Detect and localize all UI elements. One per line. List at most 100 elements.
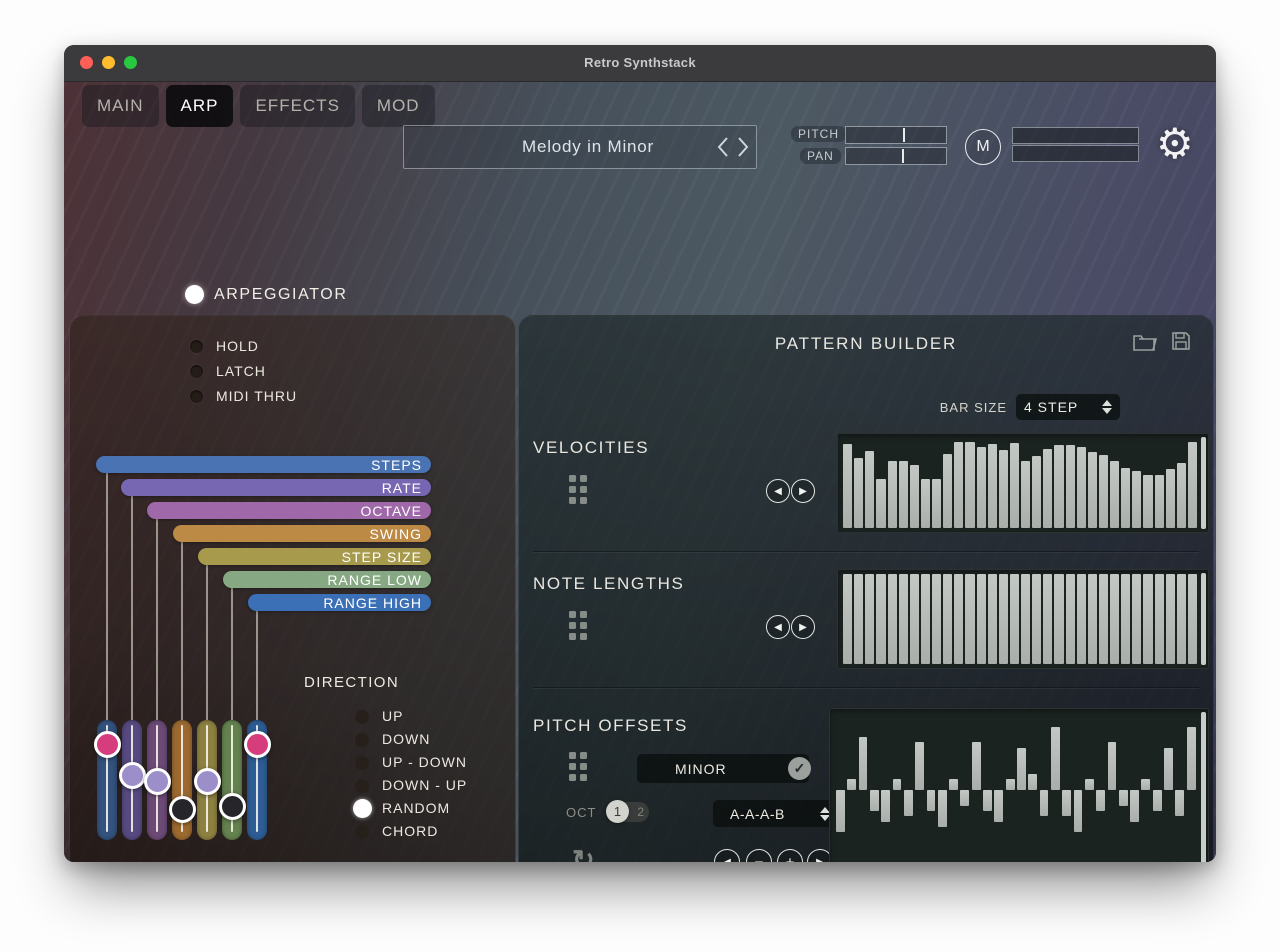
load-pattern-folder-icon[interactable]	[1133, 332, 1157, 352]
preset-next-icon[interactable]	[736, 136, 750, 158]
velocities-bar[interactable]	[1010, 443, 1019, 529]
velocities-bar[interactable]	[954, 442, 963, 528]
pitch-offset-bar[interactable]	[859, 737, 868, 790]
bar-size-select[interactable]: 4 STEP	[1016, 394, 1120, 420]
note-lengths-bar[interactable]	[954, 574, 963, 664]
toggle-hold[interactable]	[190, 340, 203, 353]
octave-toggle-knob[interactable]: 1	[606, 800, 629, 823]
direction-radio-down-up[interactable]	[355, 779, 369, 793]
pitch-offset-bar[interactable]	[893, 779, 902, 790]
velocities-bar[interactable]	[899, 461, 908, 528]
pitch-offset-bar[interactable]	[836, 790, 845, 832]
pitch-slider[interactable]	[845, 126, 947, 144]
param-slider-knob-octave[interactable]	[144, 768, 171, 795]
param-bar-rate[interactable]: RATE	[121, 479, 431, 496]
save-pattern-floppy-icon[interactable]	[1171, 331, 1191, 351]
param-bar-range-high[interactable]: RANGE HIGH	[248, 594, 431, 611]
note-lengths-bar[interactable]	[1043, 574, 1052, 664]
velocities-chart-scrollbar[interactable]	[1201, 437, 1206, 529]
note-lengths-bar[interactable]	[854, 574, 863, 664]
pitch-offset-bar[interactable]	[1062, 790, 1071, 816]
pitch-offset-bar[interactable]	[994, 790, 1003, 822]
velocities-bar[interactable]	[932, 479, 941, 529]
pitch-offset-bar[interactable]	[904, 790, 913, 816]
param-bar-octave[interactable]: OCTAVE	[147, 502, 431, 519]
note-lengths-bar[interactable]	[888, 574, 897, 664]
note-lengths-bar[interactable]	[1021, 574, 1030, 664]
note-lengths-bar[interactable]	[1132, 574, 1141, 664]
velocities-bar[interactable]	[1088, 452, 1097, 529]
pitch-offset-bar[interactable]	[1040, 790, 1049, 816]
bar-size-stepper-icon[interactable]	[1102, 400, 1112, 414]
note-lengths-bar[interactable]	[943, 574, 952, 664]
velocities-bar[interactable]	[910, 465, 919, 528]
param-slider-knob-steps[interactable]	[94, 731, 121, 758]
param-slider-range-low[interactable]	[222, 720, 242, 840]
velocities-bar[interactable]	[876, 479, 885, 528]
pitch-slider-handle[interactable]	[903, 128, 905, 142]
param-slider-knob-swing[interactable]	[169, 796, 196, 823]
pitch-offset-bar[interactable]	[1187, 727, 1196, 790]
note-lengths-shift-right-button[interactable]: ▶	[791, 615, 815, 639]
note-lengths-bar[interactable]	[1121, 574, 1130, 664]
velocities-bar[interactable]	[1021, 461, 1030, 528]
pitch-offsets-randomize-dice-icon[interactable]	[569, 752, 587, 781]
note-lengths-bar[interactable]	[910, 574, 919, 664]
note-lengths-bar[interactable]	[921, 574, 930, 664]
pitch-shift-left-button[interactable]: ◀	[714, 849, 740, 862]
velocities-shift-right-button[interactable]: ▶	[791, 479, 815, 503]
pitch-offset-bar[interactable]	[1006, 779, 1015, 790]
velocities-bar[interactable]	[921, 479, 930, 528]
note-lengths-chart-scrollbar[interactable]	[1201, 573, 1206, 665]
tab-main[interactable]: MAIN	[82, 85, 159, 127]
note-lengths-bar[interactable]	[1032, 574, 1041, 664]
regenerate-refresh-icon[interactable]: ↻	[572, 845, 595, 862]
note-lengths-bar[interactable]	[1166, 574, 1175, 664]
velocities-bar[interactable]	[988, 444, 997, 528]
note-lengths-bar[interactable]	[988, 574, 997, 664]
velocities-bar[interactable]	[977, 447, 986, 528]
velocities-bar[interactable]	[843, 444, 852, 528]
pitch-offset-bar[interactable]	[870, 790, 879, 811]
velocities-bar[interactable]	[965, 442, 974, 528]
pitch-offset-bar[interactable]	[1051, 727, 1060, 790]
note-lengths-bar[interactable]	[1066, 574, 1075, 664]
tab-effects[interactable]: EFFECTS	[240, 85, 354, 127]
pitch-offset-bar[interactable]	[960, 790, 969, 806]
velocities-bar[interactable]	[1032, 456, 1041, 528]
note-lengths-bar[interactable]	[843, 574, 852, 664]
note-lengths-bar[interactable]	[1188, 574, 1197, 664]
note-lengths-bar[interactable]	[965, 574, 974, 664]
direction-radio-up[interactable]	[355, 710, 369, 724]
pan-slider-handle[interactable]	[902, 149, 904, 163]
apply-scale-check-button[interactable]: ✓	[788, 757, 811, 780]
pitch-offset-bar[interactable]	[1130, 790, 1139, 822]
velocities-shift-left-button[interactable]: ◀	[766, 479, 790, 503]
pitch-offsets-chart-scrollbar[interactable]	[1201, 712, 1206, 862]
velocities-bar[interactable]	[1099, 455, 1108, 528]
velocities-bar[interactable]	[999, 450, 1008, 528]
pitch-offset-bar[interactable]	[1141, 779, 1150, 790]
param-slider-rate[interactable]	[122, 720, 142, 840]
pitch-increment-button[interactable]: +	[777, 849, 803, 862]
tab-arp[interactable]: ARP	[166, 85, 234, 127]
param-slider-steps[interactable]	[97, 720, 117, 840]
tab-mod[interactable]: MOD	[362, 85, 435, 127]
velocities-bar[interactable]	[1166, 469, 1175, 528]
direction-radio-down[interactable]	[355, 733, 369, 747]
param-bar-step-size[interactable]: STEP SIZE	[198, 548, 431, 565]
note-lengths-bar[interactable]	[1077, 574, 1086, 664]
toggle-midi-thru[interactable]	[190, 390, 203, 403]
pitch-offset-bar[interactable]	[1028, 774, 1037, 790]
titlebar[interactable]: Retro Synthstack	[64, 45, 1216, 82]
pitch-offset-bar[interactable]	[1153, 790, 1162, 811]
pitch-offset-bar[interactable]	[1175, 790, 1184, 816]
pitch-offset-bar[interactable]	[1017, 748, 1026, 790]
scale-select[interactable]: MINOR	[637, 754, 809, 783]
pitch-offset-bar[interactable]	[972, 742, 981, 790]
preset-selector[interactable]: Melody in Minor	[403, 125, 757, 169]
velocities-bar[interactable]	[1121, 468, 1130, 528]
note-lengths-bar[interactable]	[1143, 574, 1152, 664]
note-lengths-bar[interactable]	[1155, 574, 1164, 664]
note-lengths-bar[interactable]	[1010, 574, 1019, 664]
